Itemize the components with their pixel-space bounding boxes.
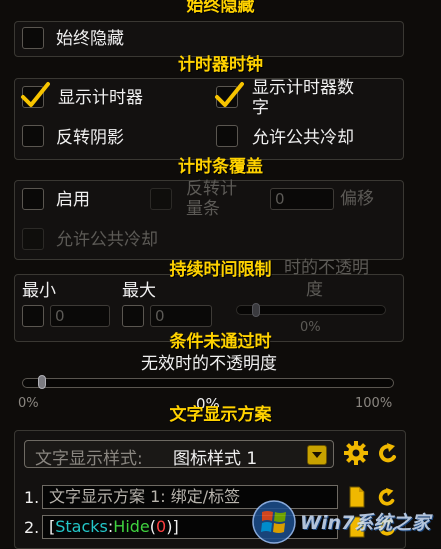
section-title-timer-bar-cover: 计时条覆盖 <box>178 157 263 177</box>
offset-label: 偏移 <box>340 189 374 209</box>
duration-opacity-label-line2: 度 <box>306 280 323 300</box>
section-title-text-scheme: 文字显示方案 <box>169 405 272 425</box>
invalid-opacity-slider[interactable] <box>22 378 394 388</box>
min-checkbox[interactable] <box>22 305 44 327</box>
max-label: 最大 <box>122 281 156 301</box>
undo-icon[interactable] <box>376 441 400 465</box>
allow-global-cd-label: 允许公共冷却 <box>252 128 354 148</box>
section-title-timer-clock: 计时器时钟 <box>178 55 263 75</box>
gear-icon[interactable] <box>343 440 369 466</box>
max-checkbox[interactable] <box>122 305 144 327</box>
watermark-logo: Win7系统之家 <box>252 498 440 546</box>
show-timer-numbers-checkbox[interactable] <box>215 82 244 108</box>
enable-cover-label: 启用 <box>56 190 90 210</box>
reverse-timer-bar-checkbox[interactable] <box>150 188 172 210</box>
enable-cover-checkbox[interactable] <box>22 188 44 210</box>
checkmark-icon <box>21 82 50 107</box>
row-2-hide: Hide <box>113 517 150 536</box>
cover-allow-global-cd-checkbox[interactable] <box>22 228 44 250</box>
min-label: 最小 <box>22 281 56 301</box>
duration-opacity-slider-thumb[interactable] <box>252 303 260 317</box>
show-timer-label: 显示计时器 <box>58 88 143 108</box>
section-title-duration-limit: 持续时间限制 <box>169 260 272 280</box>
windows-logo-icon <box>252 500 296 544</box>
text-style-dropdown[interactable]: 文字显示样式: 图标样式 1 <box>24 440 334 469</box>
reverse-shadow-label: 反转阴影 <box>56 128 124 148</box>
row-2-index: 2. <box>24 518 40 537</box>
row-2-close-bracket: ] <box>172 517 179 536</box>
min-input[interactable]: 0 <box>50 305 110 327</box>
allow-global-cd-checkbox[interactable] <box>216 125 238 147</box>
show-timer-checkbox[interactable] <box>21 82 50 108</box>
show-timer-numbers-label-line2: 字 <box>252 98 269 118</box>
reverse-shadow-checkbox[interactable] <box>22 125 44 147</box>
checkmark-icon <box>215 82 244 107</box>
always-hide-label: 始终隐藏 <box>56 29 124 49</box>
text-style-dropdown-label: 文字显示样式: <box>35 449 143 469</box>
offset-input[interactable]: 0 <box>270 188 334 210</box>
row-2-stacks: Stacks <box>55 517 108 536</box>
reverse-timer-bar-label-line2: 量条 <box>186 199 220 219</box>
invalid-opacity-slider-thumb[interactable] <box>38 375 46 389</box>
watermark-text: Win7系统之家 <box>300 512 431 534</box>
reverse-timer-bar-label-line1: 反转计 <box>186 179 237 199</box>
text-style-dropdown-value: 图标样式 1 <box>173 449 258 469</box>
always-hide-checkbox[interactable] <box>22 27 44 49</box>
chevron-down-icon[interactable] <box>307 445 327 465</box>
cover-allow-global-cd-label: 允许公共冷却 <box>56 230 158 250</box>
max-input[interactable]: 0 <box>150 305 212 327</box>
row-1-index: 1. <box>24 488 40 507</box>
show-timer-numbers-label-line1: 显示计时器数 <box>252 78 354 98</box>
row-2-num: 0 <box>156 517 167 536</box>
section-title-condition-failed: 条件未通过时 <box>169 332 272 352</box>
invalid-opacity-label: 无效时的不透明度 <box>141 354 277 374</box>
section-title-always-hide: 始终隐藏 <box>186 0 255 16</box>
